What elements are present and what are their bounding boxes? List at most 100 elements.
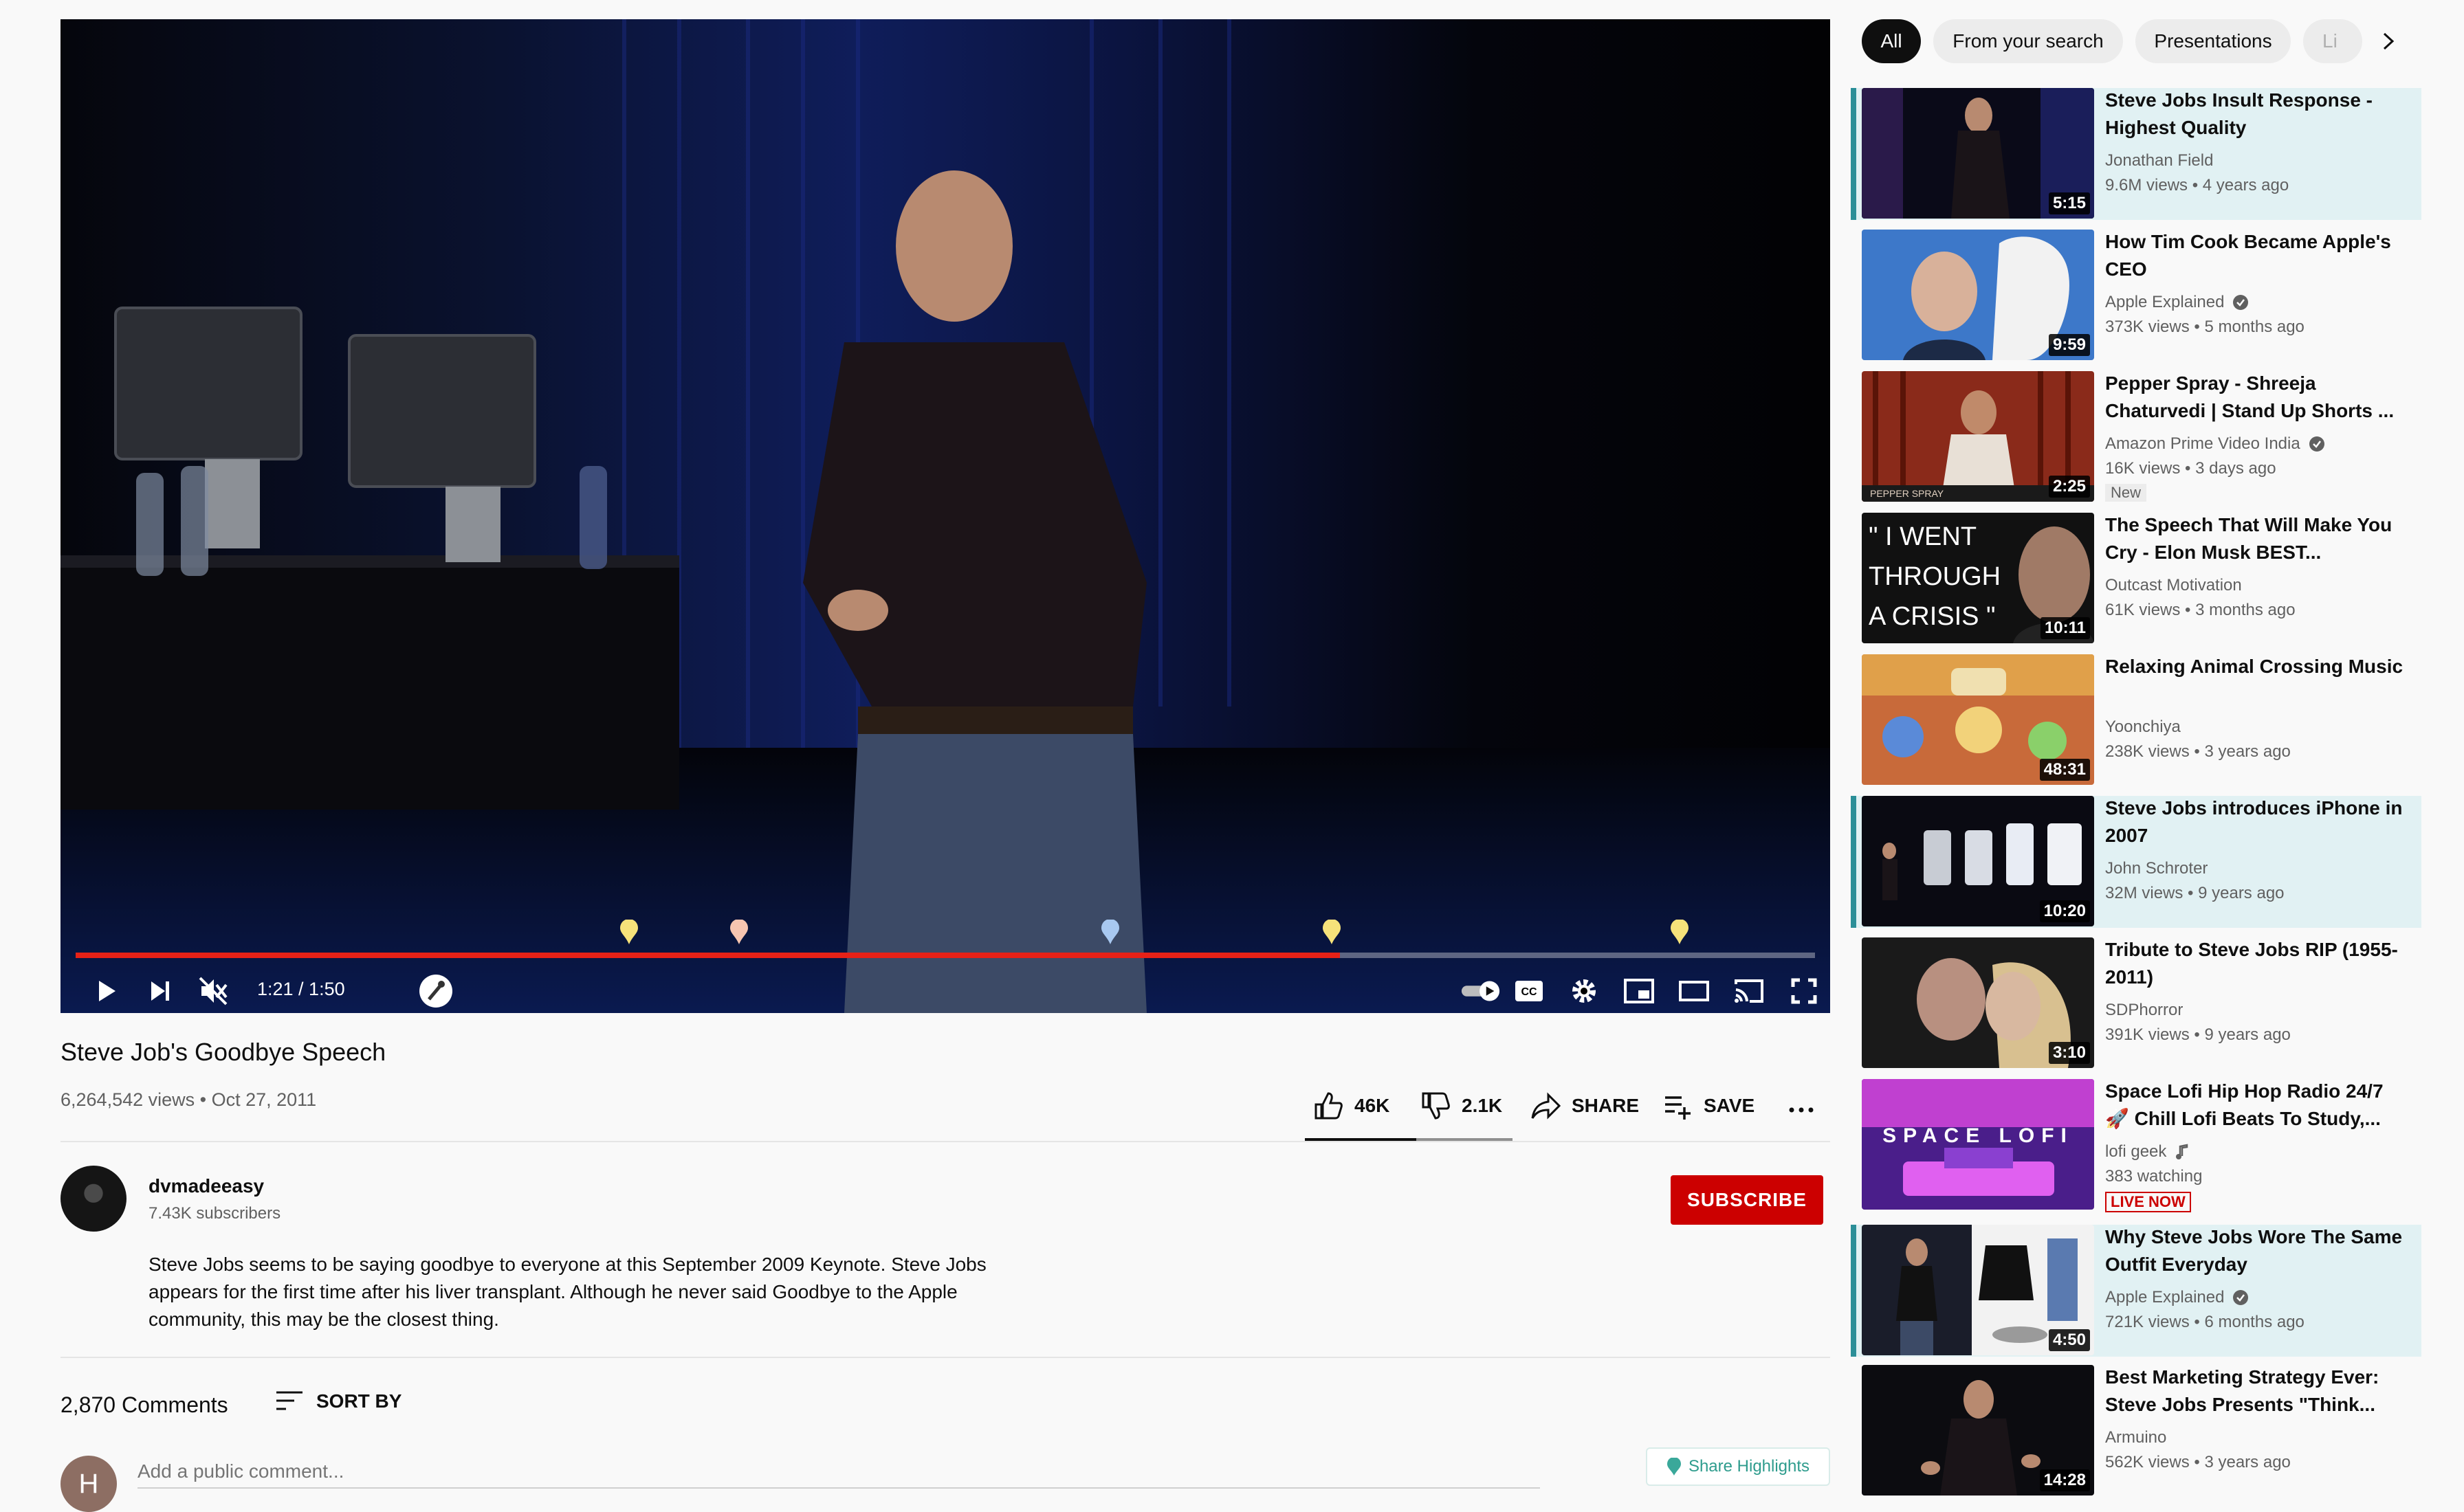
miniplayer-icon[interactable] [1618, 970, 1660, 1012]
share-icon [1531, 1092, 1561, 1120]
video-title[interactable]: Steve Jobs Insult Response - Highest Qua… [2105, 87, 2408, 142]
muted-volume-icon[interactable] [192, 970, 234, 1012]
cast-icon[interactable] [1728, 970, 1770, 1012]
channel-name[interactable]: Amazon Prime Video India [2105, 434, 2325, 454]
subscriber-count: 7.43K subscribers [148, 1204, 281, 1223]
video-thumbnail[interactable]: " I WENT THROUGH A CRISIS " 10:11 [1862, 513, 2094, 643]
subscribe-button[interactable]: SUBSCRIBE [1671, 1175, 1823, 1225]
video-title[interactable]: Tribute to Steve Jobs RIP (1955-2011) [2105, 936, 2408, 991]
fullscreen-icon[interactable] [1783, 970, 1825, 1012]
video-thumbnail[interactable]: 48:31 [1862, 654, 2094, 785]
share-button[interactable]: SHARE [1530, 1089, 1639, 1123]
video-title[interactable]: Space Lofi Hip Hop Radio 24/7 🚀 Chill Lo… [2105, 1078, 2408, 1133]
channel-name[interactable]: SDPhorror [2105, 1001, 2183, 1020]
recommended-video[interactable]: 5:15 Steve Jobs Insult Response - Highes… [1851, 88, 2421, 220]
video-title[interactable]: Steve Jobs introduces iPhone in 2007 [2105, 794, 2408, 849]
thumbnail-text: PEPPER SPRAY [1870, 488, 1944, 499]
settings-gear-icon[interactable] [1563, 970, 1605, 1012]
chip-all[interactable]: All [1862, 19, 1921, 63]
progress-fill [76, 953, 1341, 958]
highlight-marker[interactable] [1100, 920, 1121, 944]
verified-icon [2233, 295, 2249, 310]
video-thumbnail[interactable]: 14:28 [1862, 1365, 2094, 1496]
video-thumbnail[interactable]: 3:10 [1862, 937, 2094, 1068]
dislike-button[interactable]: 2.1K [1420, 1089, 1502, 1123]
highlight-marker[interactable] [729, 920, 749, 944]
video-thumbnail[interactable]: 9:59 [1862, 230, 2094, 360]
live-now-badge: LIVE NOW [2105, 1192, 2191, 1212]
divider [60, 1141, 1830, 1142]
channel-name[interactable]: dvmadeeasy [148, 1175, 264, 1197]
channel-avatar[interactable] [60, 1166, 126, 1232]
video-duration: 10:11 [2040, 617, 2090, 639]
thumbs-up-icon [1314, 1092, 1343, 1120]
video-player[interactable]: 1:21 / 1:50 CC [60, 19, 1830, 1013]
divider [60, 1357, 1830, 1358]
channel-name[interactable]: Apple Explained [2105, 293, 2249, 312]
player-controls: 1:21 / 1:50 CC [60, 965, 1830, 1013]
recommended-video[interactable]: " I WENT THROUGH A CRISIS " 10:11 The Sp… [1851, 513, 2416, 645]
video-thumbnail[interactable]: SPACE LOFI [1862, 1079, 2094, 1210]
music-note-icon [2176, 1144, 2188, 1159]
share-highlights-button[interactable]: Share Highlights [1646, 1447, 1830, 1486]
channel-name[interactable]: Armuino [2105, 1428, 2166, 1447]
chip-presentations[interactable]: Presentations [2135, 19, 2291, 63]
channel-name[interactable]: Apple Explained [2105, 1288, 2249, 1307]
video-title[interactable]: Best Marketing Strategy Ever: Steve Jobs… [2105, 1364, 2408, 1419]
video-title[interactable]: Relaxing Animal Crossing Music [2105, 653, 2408, 680]
playlist-add-icon [1665, 1096, 1691, 1120]
chapter-icon[interactable] [415, 970, 456, 1012]
video-meta: 238K views • 3 years ago [2105, 742, 2291, 761]
highlight-marker[interactable] [1669, 920, 1690, 944]
next-icon[interactable] [139, 970, 180, 1012]
channel-label: Apple Explained [2105, 1288, 2225, 1307]
autoplay-toggle[interactable] [1460, 970, 1502, 1012]
recommended-video[interactable]: 9:59 How Tim Cook Became Apple's CEO App… [1851, 230, 2416, 362]
video-duration: 14:28 [2039, 1469, 2090, 1491]
highlight-marker[interactable] [619, 920, 639, 944]
recommended-video[interactable]: SPACE LOFI Space Lofi Hip Hop Radio 24/7… [1851, 1078, 2416, 1212]
recommended-video[interactable]: PEPPER SPRAY 2:25 Pepper Spray - Shreeja… [1851, 371, 2416, 503]
more-actions-icon[interactable] [1788, 1089, 1826, 1123]
play-icon[interactable] [85, 970, 126, 1012]
theater-mode-icon[interactable] [1673, 970, 1715, 1012]
highlight-marker[interactable] [1321, 920, 1342, 944]
recommended-video[interactable]: 14:28 Best Marketing Strategy Ever: Stev… [1851, 1365, 2416, 1497]
save-label: SAVE [1704, 1095, 1755, 1116]
comment-input[interactable] [138, 1456, 1540, 1489]
video-title[interactable]: The Speech That Will Make You Cry - Elon… [2105, 511, 2408, 566]
svg-text:CC: CC [1521, 986, 1537, 998]
recommended-video[interactable]: 3:10 Tribute to Steve Jobs RIP (1955-201… [1851, 937, 2416, 1069]
save-button[interactable]: SAVE [1662, 1089, 1754, 1123]
thumbs-down-icon [1422, 1092, 1450, 1120]
chip-live[interactable]: Li [2303, 19, 2362, 63]
channel-label: Amazon Prime Video India [2105, 434, 2300, 453]
channel-name[interactable]: Jonathan Field [2105, 151, 2213, 170]
like-button[interactable]: 46K [1313, 1089, 1389, 1123]
share-label: SHARE [1572, 1095, 1640, 1116]
channel-name[interactable]: Yoonchiya [2105, 718, 2181, 737]
channel-name[interactable]: John Schroter [2105, 859, 2208, 878]
video-stats: 6,264,542 views • Oct 27, 2011 [60, 1089, 317, 1110]
video-title[interactable]: Pepper Spray - Shreeja Chaturvedi | Stan… [2105, 370, 2408, 425]
chevron-right-icon[interactable] [2366, 19, 2410, 63]
progress-bar[interactable] [76, 953, 1815, 958]
video-thumbnail[interactable]: 4:50 [1862, 1225, 2094, 1355]
video-title[interactable]: How Tim Cook Became Apple's CEO [2105, 228, 2408, 283]
recommended-video[interactable]: 48:31 Relaxing Animal Crossing Music Yoo… [1851, 654, 2416, 786]
chip-from-your-search[interactable]: From your search [1933, 19, 2123, 63]
recommended-video[interactable]: 10:20 Steve Jobs introduces iPhone in 20… [1851, 796, 2421, 928]
recommended-video[interactable]: 4:50 Why Steve Jobs Wore The Same Outfit… [1851, 1225, 2421, 1357]
video-thumbnail[interactable]: 5:15 [1862, 88, 2094, 219]
video-meta: 383 watching [2105, 1167, 2203, 1186]
channel-name[interactable]: Outcast Motivation [2105, 576, 2242, 595]
video-description: Steve Jobs seems to be saying goodbye to… [148, 1254, 987, 1330]
video-thumbnail[interactable]: 10:20 [1862, 796, 2094, 926]
channel-name[interactable]: lofi geek [2105, 1142, 2188, 1161]
video-meta: 373K views • 5 months ago [2105, 318, 2304, 336]
sort-comments-button[interactable]: SORT BY [275, 1390, 402, 1413]
verified-icon [2233, 1290, 2249, 1305]
subtitles-icon[interactable]: CC [1508, 970, 1550, 1012]
video-title[interactable]: Why Steve Jobs Wore The Same Outfit Ever… [2105, 1223, 2408, 1278]
video-thumbnail[interactable]: PEPPER SPRAY 2:25 [1862, 371, 2094, 502]
